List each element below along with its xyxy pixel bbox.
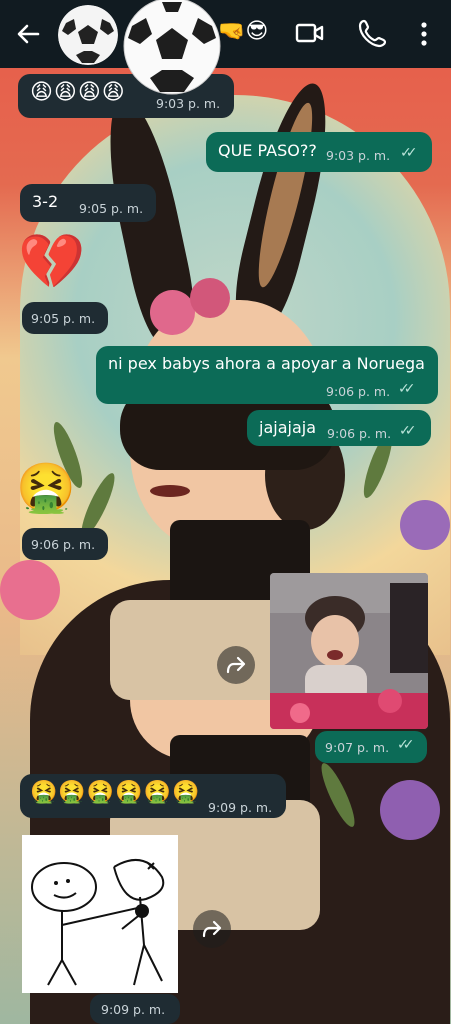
message-bubble-outgoing[interactable]: ni pex babys ahora a apoyar a Noruega 9:… xyxy=(96,346,438,404)
more-options-icon[interactable] xyxy=(414,20,434,48)
wallpaper-flower xyxy=(190,278,230,318)
photo-child-laughing xyxy=(270,573,428,729)
back-arrow-icon[interactable] xyxy=(14,20,42,48)
message-time: 9:03 p. m. xyxy=(156,96,221,111)
message-bubble-incoming[interactable]: 🤮🤮🤮🤮🤮🤮 9:09 p. m. xyxy=(20,774,286,818)
contact-avatar[interactable] xyxy=(58,5,118,65)
photo-time-chip: 9:07 p. m. ✓✓ xyxy=(315,731,427,763)
message-text: 😩😩😩😩 xyxy=(30,80,126,105)
vomiting-face-emoji[interactable]: 🤮 xyxy=(16,458,76,518)
forward-button[interactable] xyxy=(193,910,231,948)
message-time: 9:06 p. m. xyxy=(327,426,392,441)
read-receipt-icon: ✓✓ xyxy=(397,737,415,753)
message-time: 9:05 p. m. xyxy=(31,311,96,326)
message-text: QUE PASO?? xyxy=(218,141,317,160)
message-time: 9:07 p. m. xyxy=(325,740,390,755)
message-time: 9:09 p. m. xyxy=(208,800,273,815)
wallpaper-lips xyxy=(150,485,190,497)
forward-icon xyxy=(226,656,246,674)
message-text: 🤮🤮🤮🤮🤮🤮 xyxy=(30,780,201,805)
wallpaper-flower xyxy=(400,500,450,550)
broken-heart-emoji[interactable]: 💔 xyxy=(18,232,85,292)
message-time-chip: 9:05 p. m. xyxy=(22,302,108,334)
read-receipt-icon: ✓✓ xyxy=(400,145,418,161)
message-text: ni pex babys ahora a apoyar a Noruega xyxy=(108,354,425,373)
read-receipt-icon: ✓✓ xyxy=(398,381,416,397)
message-bubble-incoming[interactable]: 3-2 9:05 p. m. xyxy=(20,184,156,222)
soccer-ball-emoji xyxy=(123,0,221,95)
video-call-icon[interactable] xyxy=(295,20,325,46)
message-bubble-outgoing[interactable]: jajajaja 9:06 p. m. ✓✓ xyxy=(247,410,431,446)
phone-call-icon[interactable] xyxy=(358,18,386,48)
message-text: 3-2 xyxy=(32,192,59,211)
shared-photo[interactable] xyxy=(270,573,428,729)
message-time: 9:05 p. m. xyxy=(79,201,144,216)
message-time: 9:09 p. m. xyxy=(101,1002,166,1017)
wallpaper-flower xyxy=(150,290,195,335)
forward-button[interactable] xyxy=(217,646,255,684)
wallpaper-flower xyxy=(0,560,60,620)
message-time: 9:06 p. m. xyxy=(326,384,391,399)
stick-figure-sticker xyxy=(22,835,178,993)
message-bubble-outgoing[interactable]: QUE PASO?? 9:03 p. m. ✓✓ xyxy=(206,132,432,172)
wallpaper-flower xyxy=(380,780,440,840)
sticker[interactable] xyxy=(22,835,178,993)
message-text: jajajaja xyxy=(259,418,316,437)
read-receipt-icon: ✓✓ xyxy=(399,423,417,439)
forward-icon xyxy=(202,920,222,938)
message-time-chip: 9:06 p. m. xyxy=(22,528,108,560)
message-time: 9:06 p. m. xyxy=(31,537,96,552)
contact-name[interactable]: 🤜😎 xyxy=(218,18,268,46)
sticker-time-chip: 9:09 p. m. xyxy=(90,994,180,1024)
message-time: 9:03 p. m. xyxy=(326,148,391,163)
